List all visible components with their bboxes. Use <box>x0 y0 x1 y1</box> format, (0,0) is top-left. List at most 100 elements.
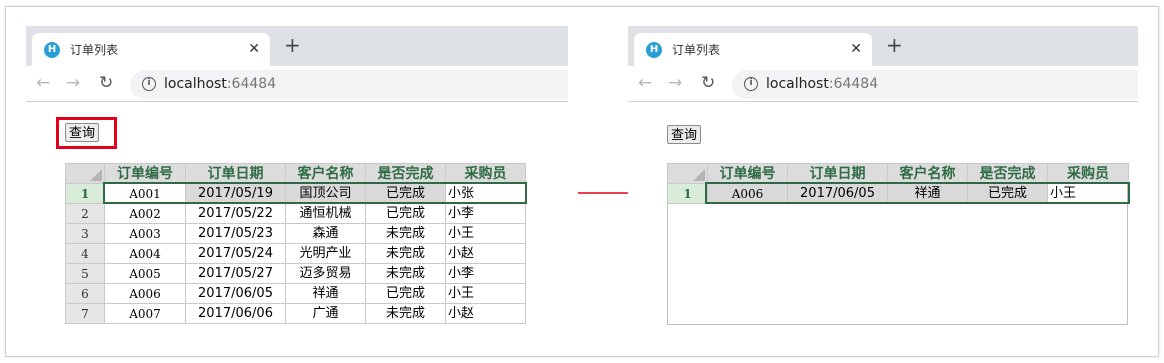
column-header[interactable]: 采购员 <box>1047 163 1129 184</box>
cell-order-date[interactable]: 2017/05/22 <box>185 203 286 224</box>
column-header[interactable]: 订单编号 <box>707 163 788 184</box>
url-port: :64484 <box>828 76 879 92</box>
cell-buyer[interactable]: 小王 <box>445 283 526 304</box>
back-arrow-icon[interactable]: ← <box>638 73 652 93</box>
url-host: localhost <box>164 76 227 92</box>
row-number[interactable]: 7 <box>65 303 105 324</box>
browser-window-before: H 订单列表 ✕ + ← → ↻ i localhost:64484 查询 订单… <box>26 26 568 326</box>
column-header[interactable]: 采购员 <box>445 163 526 184</box>
browser-window-after: H 订单列表 ✕ + ← → ↻ i localhost:64484 查询 订单… <box>628 26 1138 326</box>
new-tab-icon[interactable]: + <box>886 35 903 55</box>
cell-buyer[interactable]: 小王 <box>445 223 526 244</box>
cell-completed[interactable]: 已完成 <box>967 183 1048 204</box>
query-button[interactable]: 查询 <box>667 125 702 144</box>
table-row[interactable]: 7 A007 2017/06/06 广通 未完成 小赵 <box>65 303 526 324</box>
table-row[interactable]: 5 A005 2017/05/27 迈多贸易 未完成 小李 <box>65 263 526 284</box>
select-all-icon <box>90 169 102 181</box>
browser-toolbar: ← → ↻ i localhost:64484 <box>26 66 568 102</box>
table-row[interactable]: 6 A006 2017/06/05 祥通 已完成 小王 <box>65 283 526 304</box>
cell-completed[interactable]: 未完成 <box>365 303 446 324</box>
cell-completed[interactable]: 已完成 <box>365 203 446 224</box>
cell-completed[interactable]: 已完成 <box>365 283 446 304</box>
cell-buyer[interactable]: 小赵 <box>445 243 526 264</box>
reload-icon[interactable]: ↻ <box>701 73 715 93</box>
grid-header-row: 订单编号 订单日期 客户名称 是否完成 采购员 <box>65 163 526 184</box>
cell-completed[interactable]: 未完成 <box>365 223 446 244</box>
back-arrow-icon[interactable]: ← <box>36 73 50 93</box>
tab-title: 订单列表 <box>70 43 119 57</box>
cell-customer[interactable]: 国顶公司 <box>285 183 366 204</box>
cell-customer[interactable]: 光明产业 <box>285 243 366 264</box>
cell-order-code[interactable]: A002 <box>104 203 186 224</box>
cell-order-code[interactable]: A006 <box>104 283 186 304</box>
cell-customer[interactable]: 祥通 <box>887 183 968 204</box>
cell-order-date[interactable]: 2017/05/27 <box>185 263 286 284</box>
info-icon[interactable]: i <box>142 77 156 91</box>
tab-strip: H 订单列表 ✕ + <box>26 26 568 66</box>
column-header[interactable]: 是否完成 <box>967 163 1048 184</box>
row-number[interactable]: 4 <box>65 243 105 264</box>
cell-customer[interactable]: 祥通 <box>285 283 366 304</box>
tab-order-list[interactable]: H 订单列表 ✕ <box>32 33 270 66</box>
reload-icon[interactable]: ↻ <box>99 73 113 93</box>
row-number[interactable]: 3 <box>65 223 105 244</box>
cell-order-code[interactable]: A001 <box>104 183 186 204</box>
column-header[interactable]: 订单日期 <box>787 163 888 184</box>
cell-customer[interactable]: 森通 <box>285 223 366 244</box>
table-row[interactable]: 4 A004 2017/05/24 光明产业 未完成 小赵 <box>65 243 526 264</box>
row-number[interactable]: 5 <box>65 263 105 284</box>
cell-order-code[interactable]: A007 <box>104 303 186 324</box>
tab-order-list[interactable]: H 订单列表 ✕ <box>634 33 872 66</box>
cell-order-code[interactable]: A006 <box>707 183 788 204</box>
cell-customer[interactable]: 广通 <box>285 303 366 324</box>
row-number[interactable]: 2 <box>65 203 105 224</box>
table-row[interactable]: 1 A006 2017/06/05 祥通 已完成 小王 <box>667 183 1129 204</box>
cell-order-date[interactable]: 2017/06/05 <box>185 283 286 304</box>
select-all-icon <box>693 169 705 181</box>
forward-arrow-icon[interactable]: → <box>668 73 682 93</box>
query-button-highlight <box>56 117 117 149</box>
new-tab-icon[interactable]: + <box>284 35 301 55</box>
column-header[interactable]: 订单编号 <box>104 163 186 184</box>
browser-toolbar: ← → ↻ i localhost:64484 <box>628 66 1138 102</box>
cell-order-code[interactable]: A004 <box>104 243 186 264</box>
forward-arrow-icon[interactable]: → <box>66 73 80 93</box>
column-header[interactable]: 订单日期 <box>185 163 286 184</box>
cell-completed[interactable]: 未完成 <box>365 263 446 284</box>
cell-order-date[interactable]: 2017/05/19 <box>185 183 286 204</box>
cell-order-code[interactable]: A005 <box>104 263 186 284</box>
address-bar[interactable]: i localhost:64484 <box>732 70 1138 99</box>
cell-completed[interactable]: 未完成 <box>365 243 446 264</box>
cell-buyer[interactable]: 小王 <box>1047 183 1129 204</box>
table-row[interactable]: 3 A003 2017/05/23 森通 未完成 小王 <box>65 223 526 244</box>
cell-buyer[interactable]: 小李 <box>445 263 526 284</box>
grid-corner[interactable] <box>65 163 105 184</box>
cell-buyer[interactable]: 小张 <box>445 183 526 204</box>
tab-strip: H 订单列表 ✕ + <box>628 26 1138 66</box>
cell-order-code[interactable]: A003 <box>104 223 186 244</box>
grid-header-row: 订单编号 订单日期 客户名称 是否完成 采购员 <box>667 163 1129 184</box>
row-number[interactable]: 1 <box>667 183 708 204</box>
grid-corner[interactable] <box>667 163 708 184</box>
cell-order-date[interactable]: 2017/06/06 <box>185 303 286 324</box>
cell-buyer[interactable]: 小赵 <box>445 303 526 324</box>
close-icon[interactable]: ✕ <box>248 40 260 58</box>
column-header[interactable]: 客户名称 <box>887 163 968 184</box>
address-bar[interactable]: i localhost:64484 <box>130 70 568 99</box>
cell-order-date[interactable]: 2017/05/24 <box>185 243 286 264</box>
cell-customer[interactable]: 通恒机械 <box>285 203 366 224</box>
row-number[interactable]: 1 <box>65 183 105 204</box>
cell-buyer[interactable]: 小李 <box>445 203 526 224</box>
cell-order-date[interactable]: 2017/05/23 <box>185 223 286 244</box>
cell-customer[interactable]: 迈多贸易 <box>285 263 366 284</box>
column-header[interactable]: 是否完成 <box>365 163 446 184</box>
result-grid: 订单编号 订单日期 客户名称 是否完成 采购员 1 A006 2017/06/05 祥… <box>667 163 1129 204</box>
row-number[interactable]: 6 <box>65 283 105 304</box>
info-icon[interactable]: i <box>744 77 758 91</box>
cell-completed[interactable]: 已完成 <box>365 183 446 204</box>
close-icon[interactable]: ✕ <box>850 40 862 58</box>
cell-order-date[interactable]: 2017/06/05 <box>787 183 888 204</box>
table-row[interactable]: 2 A002 2017/05/22 通恒机械 已完成 小李 <box>65 203 526 224</box>
column-header[interactable]: 客户名称 <box>285 163 366 184</box>
table-row[interactable]: 1 A001 2017/05/19 国顶公司 已完成 小张 <box>65 183 526 204</box>
